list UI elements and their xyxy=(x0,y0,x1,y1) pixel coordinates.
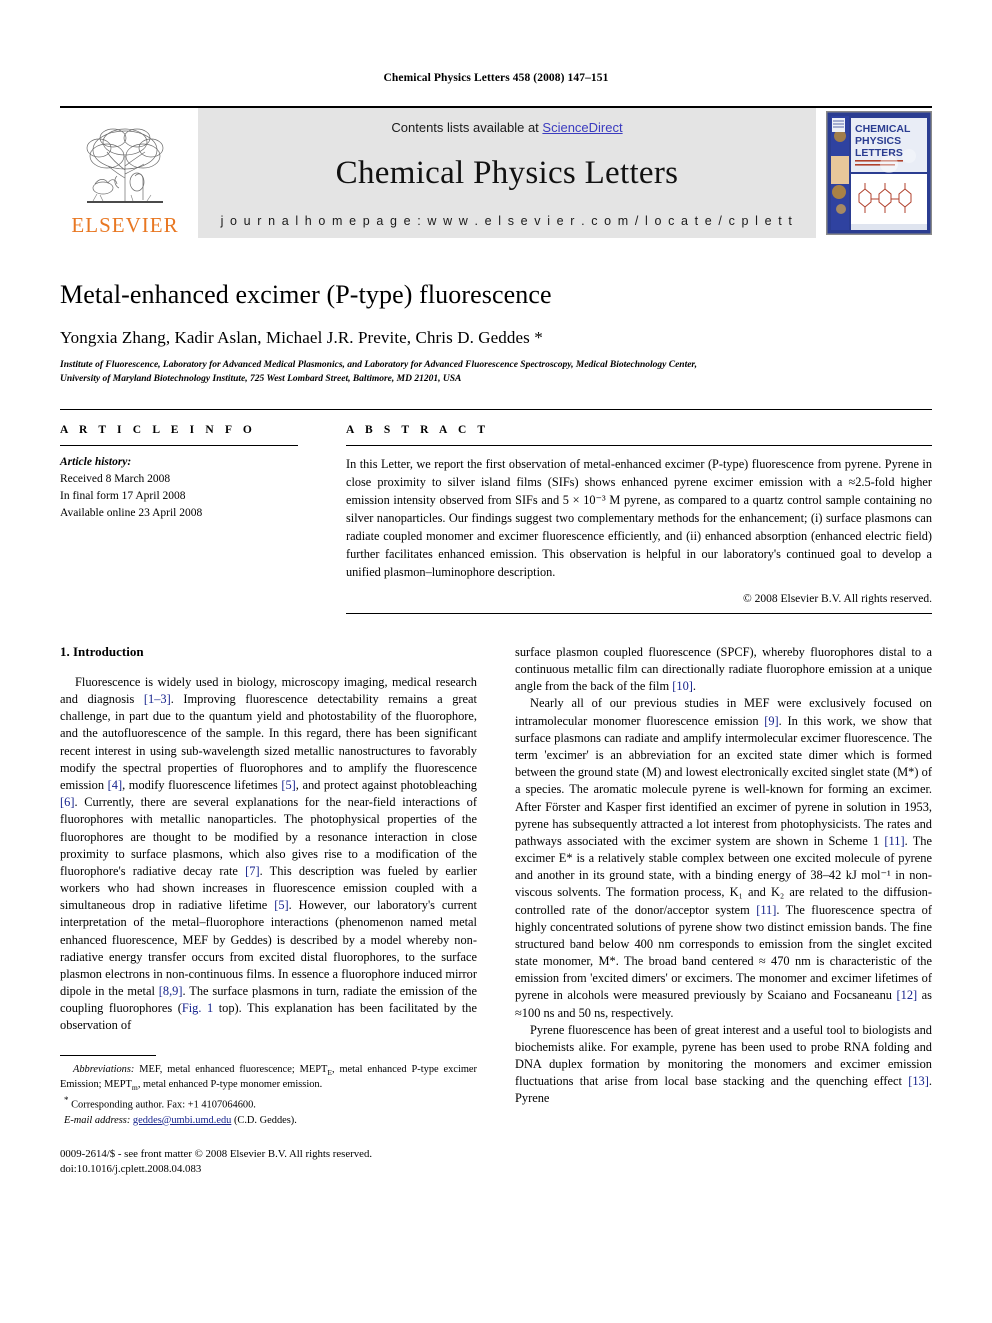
title-block: Metal-enhanced excimer (P-type) fluoresc… xyxy=(60,280,932,387)
affiliation: Institute of Fluorescence, Laboratory fo… xyxy=(60,359,900,387)
article-history: Article history: Received 8 March 2008 I… xyxy=(60,454,298,523)
abstract-text: In this Letter, we report the first obse… xyxy=(346,456,932,579)
abbreviations-label: Abbreviations: xyxy=(73,1063,135,1075)
citation-ref[interactable]: [12] xyxy=(897,988,918,1002)
paragraph-intro-1: Fluorescence is widely used in biology, … xyxy=(60,674,477,1035)
elsevier-logo: ELSEVIER xyxy=(60,108,190,238)
citation-ref[interactable]: [13] xyxy=(908,1074,929,1088)
paragraph-intro-3: Pyrene fluorescence has been of great in… xyxy=(515,1022,932,1108)
journal-cover-thumbnail: CHEMICAL PHYSICS LETTERS xyxy=(826,111,932,235)
citation-ref[interactable]: [11] xyxy=(884,834,904,848)
article-history-received: Received 8 March 2008 xyxy=(60,472,171,485)
svg-text:LETTERS: LETTERS xyxy=(855,147,903,159)
article-history-available-online: Available online 23 April 2008 xyxy=(60,507,203,520)
footnote-abbreviations: Abbreviations: MEF, metal enhanced fluor… xyxy=(60,1063,477,1095)
issn-line: 0009-2614/$ - see front matter © 2008 El… xyxy=(60,1148,373,1161)
issn-footer: 0009-2614/$ - see front matter © 2008 El… xyxy=(60,1147,477,1177)
text-run: , modify fluorescence lifetimes xyxy=(122,778,282,792)
article-title: Metal-enhanced excimer (P-type) fluoresc… xyxy=(60,280,552,309)
email-label: E-mail address: xyxy=(64,1114,131,1126)
text-run: , and protect against photobleaching xyxy=(295,778,477,792)
text-run: surface plasmon coupled fluorescence (SP… xyxy=(515,644,932,694)
abstract-copyright: © 2008 Elsevier B.V. All rights reserved… xyxy=(743,592,932,605)
article-info-rule xyxy=(60,444,298,446)
sciencedirect-link[interactable]: ScienceDirect xyxy=(542,120,622,135)
elsevier-tree-icon xyxy=(73,122,177,214)
abstract-rule xyxy=(346,444,932,446)
citation-ref[interactable]: [11] xyxy=(756,903,776,917)
svg-text:PHYSICS: PHYSICS xyxy=(855,135,901,147)
contents-lists-label: Contents lists available at xyxy=(391,120,543,135)
journal-banner: Contents lists available at ScienceDirec… xyxy=(198,108,816,238)
article-body: 1. Introduction Fluorescence is widely u… xyxy=(60,644,932,1178)
footnote-corresponding-author: * Corresponding author. Fax: +1 41070646… xyxy=(60,1094,477,1113)
citation-ref[interactable]: [7] xyxy=(245,864,259,878)
text-run: . xyxy=(692,679,697,694)
section-heading-introduction: 1. Introduction xyxy=(60,643,144,659)
abstract-heading: A B S T R A C T xyxy=(346,423,490,436)
footnotes-block: Abbreviations: MEF, metal enhanced fluor… xyxy=(60,1054,477,1178)
info-abstract-section: A R T I C L E I N F O Article history: R… xyxy=(60,408,932,614)
abstract-bottom-rule xyxy=(346,612,932,614)
text-run: . In this work, we show that surface pla… xyxy=(515,713,932,848)
citation-ref[interactable]: [1–3] xyxy=(144,692,171,706)
article-history-label: Article history: xyxy=(60,455,132,468)
body-column-left: 1. Introduction Fluorescence is widely u… xyxy=(60,644,477,1178)
affiliation-line-1: Institute of Fluorescence, Laboratory fo… xyxy=(60,360,697,370)
citation-ref[interactable]: [5] xyxy=(274,898,288,912)
citation-ref[interactable]: [5] xyxy=(281,778,295,792)
text-run: . The fluorescence spectra of highly con… xyxy=(515,902,932,1003)
footnote-email: E-mail address: geddes@umbi.umd.edu (C.D… xyxy=(60,1114,477,1129)
journal-homepage-line[interactable]: j o u r n a l h o m e p a g e : w w w . … xyxy=(221,214,794,228)
text-run: Pyrene fluorescence has been of great in… xyxy=(515,1022,932,1089)
body-column-right: surface plasmon coupled fluorescence (SP… xyxy=(515,644,932,1178)
article-history-final-form: In final form 17 April 2008 xyxy=(60,490,186,503)
running-head: Chemical Physics Letters 458 (2008) 147–… xyxy=(383,72,609,84)
citation-ref[interactable]: [6] xyxy=(60,795,74,809)
svg-text:CHEMICAL: CHEMICAL xyxy=(855,123,911,135)
paragraph-intro-2: Nearly all of our previous studies in ME… xyxy=(515,695,932,1021)
elsevier-wordmark: ELSEVIER xyxy=(71,213,179,237)
figure-ref[interactable]: Fig. 1 xyxy=(182,1001,213,1015)
text-run: (C.D. Geddes). xyxy=(231,1114,297,1126)
journal-masthead: ELSEVIER Contents lists available at Sci… xyxy=(60,106,932,238)
citation-ref[interactable]: [9] xyxy=(764,714,778,728)
paragraph-intro-1-continued: surface plasmon coupled fluorescence (SP… xyxy=(515,644,932,696)
author-list: Yongxia Zhang, Kadir Aslan, Michael J.R.… xyxy=(60,328,543,347)
citation-ref[interactable]: [4] xyxy=(108,778,122,792)
abstract-column: A B S T R A C T In this Letter, we repor… xyxy=(346,424,932,614)
citation-ref[interactable]: [8,9] xyxy=(159,984,183,998)
text-run: Corresponding author. Fax: +1 4107064600… xyxy=(71,1099,256,1111)
email-link[interactable]: geddes@umbi.umd.edu xyxy=(133,1115,231,1126)
article-info-heading: A R T I C L E I N F O xyxy=(60,423,256,436)
affiliation-line-2: University of Maryland Biotechnology Ins… xyxy=(60,373,462,384)
citation-ref[interactable]: [10] xyxy=(672,679,693,693)
journal-title: Chemical Physics Letters xyxy=(335,155,679,191)
journal-article-page: Chemical Physics Letters 458 (2008) 147–… xyxy=(0,0,992,1323)
text-run: MEF, metal enhanced fluorescence; MEPT xyxy=(134,1063,328,1075)
article-info-column: A R T I C L E I N F O Article history: R… xyxy=(60,424,298,614)
doi-line[interactable]: doi:10.1016/j.cplett.2008.04.083 xyxy=(60,1163,201,1175)
asterisk-icon: * xyxy=(64,1095,69,1106)
text-run: , metal enhanced P-type monomer emission… xyxy=(137,1079,323,1091)
contents-lists-line: Contents lists available at ScienceDirec… xyxy=(391,120,622,135)
footnote-divider xyxy=(60,1054,156,1056)
